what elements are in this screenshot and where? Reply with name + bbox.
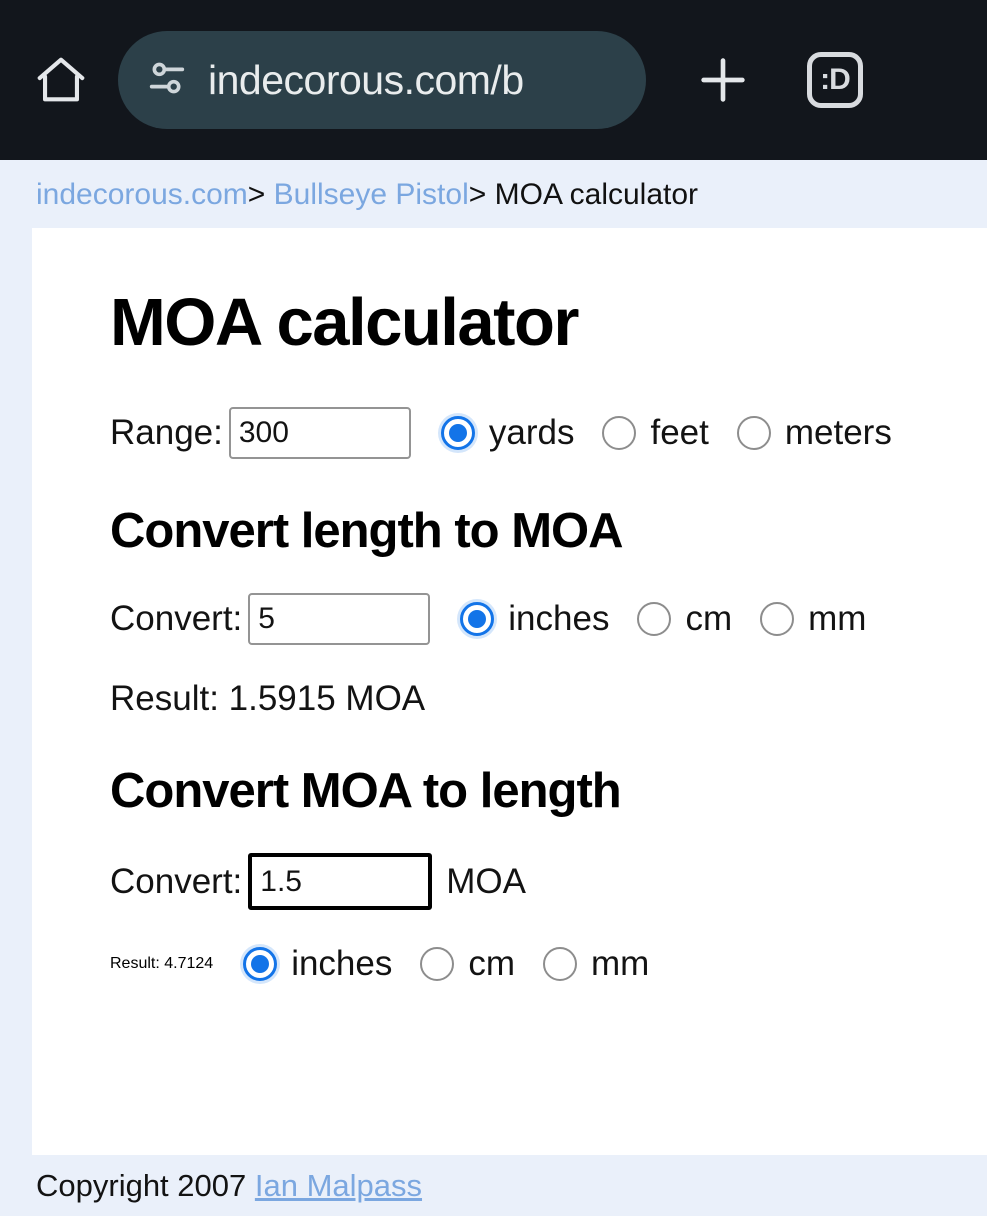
page-title: MOA calculator bbox=[110, 285, 579, 360]
range-input[interactable] bbox=[228, 407, 411, 459]
result-unit-cm-label: cm bbox=[468, 944, 516, 983]
home-icon bbox=[32, 51, 90, 109]
page-body: indecorous.com> Bullseye Pistol> MOA cal… bbox=[0, 160, 987, 1216]
radio-icon[interactable] bbox=[460, 602, 495, 636]
tab-count-icon: :D bbox=[807, 52, 863, 108]
result-unit-group: inches cm mm bbox=[213, 944, 649, 984]
moa-unit-suffix: MOA bbox=[446, 861, 527, 901]
length-convert-input[interactable] bbox=[248, 593, 431, 645]
range-unit-meters[interactable]: meters bbox=[736, 413, 892, 453]
moa-to-length-result-row: Result: 4.7124 inches cm mm bbox=[110, 944, 987, 984]
tab-switcher-button[interactable]: :D bbox=[796, 41, 874, 119]
range-unit-feet-label: feet bbox=[650, 413, 709, 452]
breadcrumb-separator-2: > bbox=[468, 178, 487, 211]
section-heading-moa-to-length: Convert MOA to length bbox=[110, 764, 622, 818]
result-unit-inches[interactable]: inches bbox=[243, 944, 392, 984]
radio-icon[interactable] bbox=[637, 602, 672, 636]
moa-convert-input[interactable] bbox=[248, 853, 433, 910]
section-heading-length-to-moa: Convert length to MOA bbox=[110, 504, 624, 558]
length-unit-mm[interactable]: mm bbox=[760, 599, 866, 639]
moa-to-length-result-label: Result: 4.7124 bbox=[110, 955, 214, 972]
footer: Copyright 2007 Ian Malpass bbox=[0, 1155, 987, 1216]
breadcrumb-link-section[interactable]: Bullseye Pistol bbox=[274, 178, 469, 211]
url-text: indecorous.com/b bbox=[208, 56, 524, 103]
radio-icon[interactable] bbox=[602, 416, 637, 450]
home-button[interactable] bbox=[22, 41, 100, 119]
browser-toolbar: indecorous.com/b :D bbox=[0, 0, 987, 160]
copyright-text: Copyright 2007 bbox=[36, 1167, 247, 1203]
result-unit-mm-label: mm bbox=[591, 944, 650, 983]
radio-icon[interactable] bbox=[420, 947, 455, 981]
length-unit-inches-label: inches bbox=[508, 599, 610, 638]
moa-convert-row: Convert: MOA bbox=[110, 853, 987, 910]
length-unit-mm-label: mm bbox=[808, 599, 867, 638]
radio-icon[interactable] bbox=[243, 947, 278, 981]
range-unit-yards-label: yards bbox=[488, 413, 575, 452]
length-unit-group: inches cm mm bbox=[430, 599, 866, 639]
length-convert-row: Convert: inches cm mm bbox=[110, 593, 987, 645]
radio-icon[interactable] bbox=[440, 416, 475, 450]
range-unit-feet[interactable]: feet bbox=[602, 413, 709, 453]
range-unit-meters-label: meters bbox=[784, 413, 892, 452]
length-unit-cm[interactable]: cm bbox=[637, 599, 732, 639]
breadcrumb-link-site[interactable]: indecorous.com bbox=[36, 178, 248, 211]
author-link[interactable]: Ian Malpass bbox=[255, 1168, 422, 1204]
content-card: MOA calculator Range: yards feet bbox=[32, 228, 987, 1155]
radio-icon[interactable] bbox=[543, 947, 578, 981]
length-unit-inches[interactable]: inches bbox=[460, 599, 609, 639]
result-unit-cm[interactable]: cm bbox=[420, 944, 515, 984]
range-unit-yards[interactable]: yards bbox=[440, 413, 575, 453]
range-row: Range: yards feet meters bbox=[110, 407, 987, 459]
length-convert-label: Convert: bbox=[110, 599, 243, 638]
new-tab-button[interactable] bbox=[684, 41, 762, 119]
breadcrumb-current: MOA calculator bbox=[494, 178, 699, 211]
range-label: Range: bbox=[110, 413, 223, 452]
result-unit-mm[interactable]: mm bbox=[543, 944, 649, 984]
radio-icon[interactable] bbox=[760, 602, 795, 636]
length-to-moa-result: Result: 1.5915 MOA bbox=[110, 679, 426, 718]
result-unit-inches-label: inches bbox=[291, 944, 393, 983]
plus-icon bbox=[692, 49, 754, 111]
breadcrumb-separator-1: > bbox=[247, 178, 266, 211]
moa-convert-label: Convert: bbox=[110, 861, 243, 901]
radio-icon[interactable] bbox=[736, 416, 771, 450]
tune-sliders-icon[interactable] bbox=[144, 55, 190, 106]
address-bar[interactable]: indecorous.com/b bbox=[118, 31, 646, 129]
range-unit-group: yards feet meters bbox=[411, 413, 892, 453]
breadcrumb: indecorous.com> Bullseye Pistol> MOA cal… bbox=[0, 160, 987, 226]
length-unit-cm-label: cm bbox=[685, 599, 733, 638]
